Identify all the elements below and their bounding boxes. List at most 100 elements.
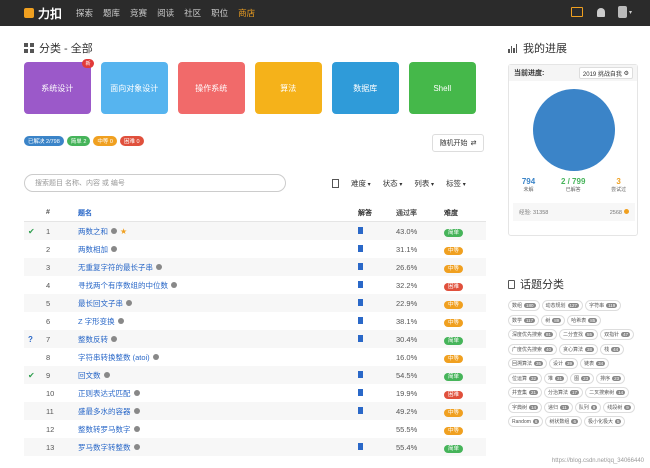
progress-select[interactable]: 2019 挑战自我 ⚙: [578, 67, 633, 79]
table-row[interactable]: 12 整数转罗马数字 55.5% 中等: [24, 420, 486, 438]
problem-title-cell[interactable]: 回文数: [78, 370, 358, 381]
status-pill[interactable]: 已解决 2/798: [24, 136, 64, 146]
solution-doc-icon[interactable]: [358, 334, 363, 342]
table-row[interactable]: 8 字符串转换整数 (atoi) 16.0% 中等: [24, 348, 486, 366]
bell-icon[interactable]: [594, 5, 608, 19]
status-pill[interactable]: 困难 0: [119, 136, 144, 146]
nav-link-5[interactable]: 职位: [211, 7, 228, 19]
table-row[interactable]: 11 盛最多水的容器 49.2% 中等: [24, 402, 486, 420]
topic-tag[interactable]: 字典树 14: [508, 401, 543, 413]
problem-title[interactable]: 正则表达式匹配: [78, 388, 131, 399]
topic-tag[interactable]: 树 89: [541, 314, 566, 326]
category-card[interactable]: 操作系统: [178, 62, 245, 114]
problem-title-cell[interactable]: 正则表达式匹配: [78, 388, 358, 399]
category-card[interactable]: 数据库: [332, 62, 399, 114]
table-row[interactable]: 5 最长回文子串 22.9% 中等: [24, 294, 486, 312]
topic-tag[interactable]: 线段树 9: [603, 401, 635, 413]
problem-title-cell[interactable]: 盛最多水的容器: [78, 406, 358, 417]
topic-tag[interactable]: 链表 34: [580, 358, 610, 369]
filter-dropdown[interactable]: 标签: [446, 178, 466, 189]
table-row[interactable]: 6 Z 字形变换 38.1% 中等: [24, 312, 486, 330]
search-input[interactable]: 搜索题目 名称、内容 或 编号: [24, 174, 286, 192]
topic-tag[interactable]: 数组 180: [508, 300, 540, 311]
problem-title[interactable]: 罗马数字转整数: [78, 442, 131, 453]
nav-link-0[interactable]: 探索: [76, 7, 93, 19]
topic-tag[interactable]: 字符串 119: [585, 300, 622, 311]
nav-link-6[interactable]: 商店: [238, 7, 255, 19]
topic-tag[interactable]: 回溯算法 35: [508, 358, 548, 369]
brand-logo[interactable]: 力扣: [24, 5, 62, 22]
problem-title-cell[interactable]: 字符串转换整数 (atoi): [78, 352, 358, 363]
topic-tag[interactable]: 堆 31: [544, 372, 569, 384]
topic-tag[interactable]: 二分查找 55: [559, 329, 599, 340]
solution-doc-icon[interactable]: [358, 280, 363, 288]
problem-title[interactable]: 无重复字符的最长子串: [78, 262, 153, 273]
topic-tag[interactable]: 排序 23: [596, 372, 626, 384]
topic-tag[interactable]: 设计 39: [549, 358, 579, 369]
problem-title[interactable]: 两数之和: [78, 226, 108, 237]
col-title[interactable]: 题名: [78, 208, 358, 218]
problem-title[interactable]: 整数反转: [78, 334, 108, 345]
table-row[interactable]: 2 两数相加 31.1% 中等: [24, 240, 486, 258]
col-rate[interactable]: 通过率: [396, 208, 444, 218]
table-row[interactable]: ? 7 整数反转 30.4% 简单: [24, 330, 486, 348]
table-row[interactable]: 4 寻找两个有序数组的中位数 32.2% 困难: [24, 276, 486, 294]
problem-title-cell[interactable]: 无重复字符的最长子串: [78, 262, 358, 273]
topic-tag[interactable]: 深度优先搜索 81: [508, 329, 558, 340]
problem-title-cell[interactable]: 最长回文子串: [78, 298, 358, 309]
topic-tag[interactable]: 双指针 47: [600, 329, 635, 340]
terminal-icon[interactable]: [570, 5, 584, 19]
table-row[interactable]: ✔ 1 两数之和 ★ 43.0% 简单: [24, 222, 486, 240]
problem-title[interactable]: 回文数: [78, 370, 101, 381]
topic-tag[interactable]: 广度优先搜索 40: [508, 343, 558, 355]
topic-tag[interactable]: 并查集 21: [508, 387, 543, 398]
topic-tag[interactable]: 数学 117: [508, 314, 540, 326]
topic-tag[interactable]: 图 23: [570, 372, 595, 384]
topic-tag[interactable]: 二叉搜索树 14: [585, 387, 630, 398]
category-card[interactable]: Shell: [409, 62, 476, 114]
table-row[interactable]: 3 无重复字符的最长子串 26.6% 中等: [24, 258, 486, 276]
problem-title-cell[interactable]: 两数之和 ★: [78, 226, 358, 237]
problem-title[interactable]: Z 字形变换: [78, 316, 115, 327]
topic-tag[interactable]: 哈希表 85: [567, 314, 602, 326]
problem-title-cell[interactable]: 寻找两个有序数组的中位数: [78, 280, 358, 291]
topic-tag[interactable]: 递归 11: [544, 401, 573, 413]
problem-title-cell[interactable]: 整数反转: [78, 334, 358, 345]
document-icon[interactable]: [332, 179, 339, 188]
category-card[interactable]: 面向对象设计: [101, 62, 168, 114]
problem-title[interactable]: 两数相加: [78, 244, 108, 255]
solution-doc-icon[interactable]: [358, 406, 363, 414]
topic-tag[interactable]: 极小化极大 5: [583, 416, 626, 427]
category-card[interactable]: 算法: [255, 62, 322, 114]
topic-tag[interactable]: 贪心算法 38: [559, 343, 599, 355]
topic-tag[interactable]: Random 6: [508, 416, 544, 427]
nav-link-4[interactable]: 社区: [184, 7, 201, 19]
filter-dropdown[interactable]: 列表: [414, 178, 434, 189]
solution-doc-icon[interactable]: [358, 262, 363, 270]
status-pill[interactable]: 中等 0: [93, 136, 117, 146]
topic-tag[interactable]: 栈 44: [600, 343, 625, 355]
col-difficulty[interactable]: 难度: [444, 208, 486, 218]
problem-title-cell[interactable]: 罗马数字转整数: [78, 442, 358, 453]
col-solution[interactable]: 解答: [358, 208, 396, 218]
table-row[interactable]: 13 罗马数字转整数 55.4% 简单: [24, 438, 486, 456]
problem-title-cell[interactable]: 两数相加: [78, 244, 358, 255]
nav-link-3[interactable]: 阅读: [157, 7, 174, 19]
topic-tag[interactable]: 分治算法 17: [544, 387, 584, 398]
nav-link-1[interactable]: 题库: [103, 7, 120, 19]
nav-link-2[interactable]: 竞赛: [130, 7, 147, 19]
solution-doc-icon[interactable]: [358, 316, 363, 324]
problem-title[interactable]: 字符串转换整数 (atoi): [78, 352, 150, 363]
topic-tag[interactable]: 队列 9: [574, 401, 602, 413]
problem-title[interactable]: 整数转罗马数字: [78, 424, 131, 435]
topic-tag[interactable]: 位运算 32: [508, 372, 543, 384]
random-start-button[interactable]: 随机开始 ⇄: [432, 134, 484, 152]
filter-dropdown[interactable]: 难度: [351, 178, 371, 189]
table-row[interactable]: ✔ 9 回文数 54.5% 简单: [24, 366, 486, 384]
solution-doc-icon[interactable]: [358, 244, 363, 252]
topic-tag[interactable]: 动态规划 127: [541, 300, 584, 311]
problem-title[interactable]: 寻找两个有序数组的中位数: [78, 280, 168, 291]
solution-doc-icon[interactable]: [358, 388, 363, 396]
problem-title[interactable]: 盛最多水的容器: [78, 406, 131, 417]
category-card[interactable]: 系统设计 新: [24, 59, 94, 114]
